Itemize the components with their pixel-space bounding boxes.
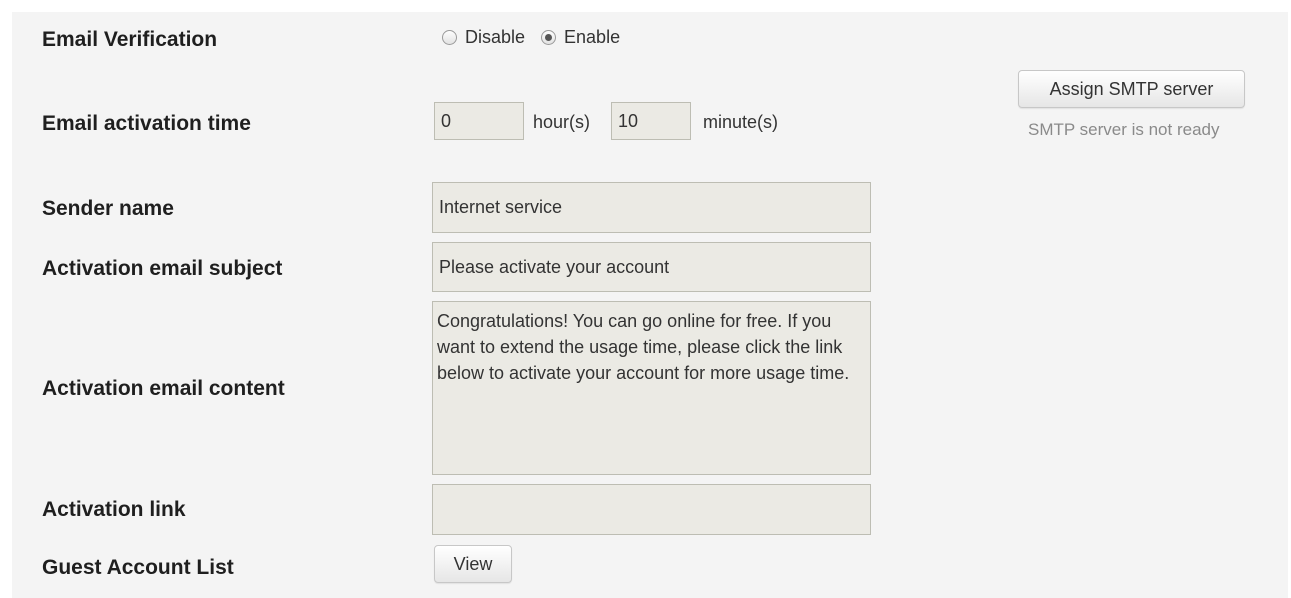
enable-radio[interactable] xyxy=(541,30,557,45)
activation-link-label: Activation link xyxy=(42,498,186,521)
disable-radio-label[interactable]: Disable xyxy=(465,27,525,48)
activation-link-input[interactable] xyxy=(432,484,871,535)
sender-name-input[interactable]: Internet service xyxy=(432,182,871,233)
guest-account-list-label: Guest Account List xyxy=(42,556,234,579)
email-verification-label: Email Verification xyxy=(42,28,218,51)
hours-unit-label: hour(s) xyxy=(533,112,591,132)
activation-email-content-label: Activation email content xyxy=(42,377,285,400)
activation-email-subject-label: Activation email subject xyxy=(42,257,283,280)
email-activation-time-label: Email activation time xyxy=(42,112,251,135)
assign-smtp-server-button[interactable]: Assign SMTP server xyxy=(1018,70,1245,108)
hours-input[interactable]: 0 xyxy=(434,102,524,140)
minutes-input[interactable]: 10 xyxy=(611,102,691,140)
activation-email-content-textarea[interactable]: Congratulations! You can go online for f… xyxy=(432,301,871,475)
enable-radio-label[interactable]: Enable xyxy=(564,27,620,48)
activation-email-subject-input[interactable]: Please activate your account xyxy=(432,242,871,292)
disable-radio[interactable] xyxy=(442,30,457,45)
view-guest-list-button[interactable]: View xyxy=(434,545,512,583)
smtp-status-text: SMTP server is not ready xyxy=(1028,120,1220,139)
sender-name-label: Sender name xyxy=(42,197,174,220)
minutes-unit-label: minute(s) xyxy=(703,112,779,132)
email-verification-radio-group: Disable Enable xyxy=(442,27,636,48)
